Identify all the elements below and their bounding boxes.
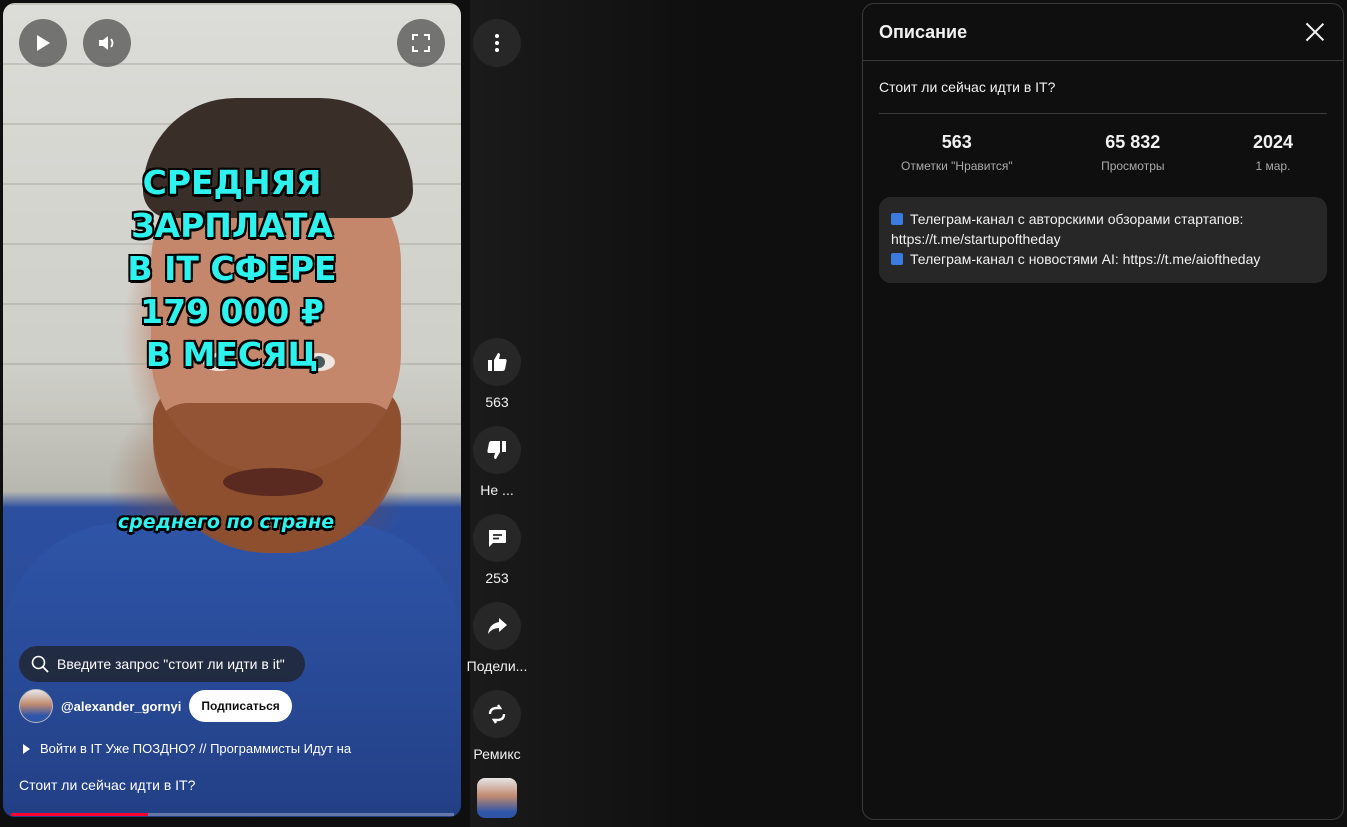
volume-icon: [99, 36, 114, 50]
stat-label: 1 мар.: [1255, 159, 1291, 173]
overlay-line: 179 000 ₽: [140, 292, 324, 331]
comments-action[interactable]: 253: [470, 514, 524, 586]
sound-thumbnail[interactable]: [477, 778, 517, 818]
description-line-text[interactable]: Телеграм-канал с новостями AI: https://t…: [910, 251, 1260, 267]
description-line: Телеграм-канал с новостями AI: https://t…: [891, 249, 1315, 269]
search-icon: [31, 655, 49, 673]
related-video-link[interactable]: Войти в IT Уже ПОЗДНО? // Программисты И…: [23, 741, 351, 756]
stat-label: Просмотры: [1101, 159, 1165, 173]
overlay-line: В МЕСЯЦ: [145, 335, 319, 374]
like-action[interactable]: 563: [470, 338, 524, 410]
search-suggestion-pill[interactable]: Введите запрос "стоит ли идти в it": [19, 646, 305, 682]
share-label: Подели...: [466, 658, 528, 674]
description-line-text[interactable]: Телеграм-канал с авторскими обзорами ста…: [891, 211, 1243, 247]
stat-value: 2024: [1252, 132, 1293, 152]
shorts-video-player[interactable]: СРЕДНЯЯ ЗАРПЛАТА В IT СФЕРЕ 179 000 ₽ В …: [3, 3, 461, 817]
description-text-box: Телеграм-канал с авторскими обзорами ста…: [879, 197, 1327, 283]
stat-value: 65 832: [1105, 132, 1161, 152]
remix-label: Ремикс: [473, 746, 521, 762]
overlay-line: СРЕДНЯЯ: [142, 163, 322, 202]
blue-square-icon: [891, 253, 903, 265]
volume-button[interactable]: [83, 19, 131, 67]
share-icon: [488, 618, 507, 634]
stats-row: 563 Отметки "Нравится" 65 832 Просмотры …: [863, 114, 1343, 173]
blue-square-icon: [891, 213, 903, 225]
related-video-title: Войти в IT Уже ПОЗДНО? // Программисты И…: [40, 741, 352, 756]
stat-value: 563: [941, 132, 972, 152]
dislike-label: Не ...: [480, 482, 514, 498]
dislike-button[interactable]: [473, 426, 521, 474]
more-actions[interactable]: [470, 19, 524, 67]
channel-row: @alexander_gornyi Подписаться: [19, 689, 292, 723]
thumb-up-icon: [488, 353, 507, 371]
description-panel: Описание Стоит ли сейчас идти в IT? 563 …: [862, 3, 1344, 820]
person-mouth: [223, 468, 323, 496]
search-suggestion-text: Введите запрос "стоит ли идти в it": [57, 656, 285, 672]
progress-fill: [11, 813, 149, 816]
stat-views: 65 832 Просмотры: [1101, 132, 1164, 173]
thumb-down-icon: [487, 441, 506, 459]
overlay-caption: среднего по стране: [117, 511, 335, 533]
channel-handle[interactable]: @alexander_gornyi: [61, 699, 181, 714]
play-button[interactable]: [19, 19, 67, 67]
overlay-line: ЗАРПЛАТА: [131, 206, 333, 245]
more-vert-icon: [495, 34, 499, 52]
subscribe-button[interactable]: Подписаться: [189, 690, 292, 722]
comment-count: 253: [485, 570, 509, 586]
share-button[interactable]: [473, 602, 521, 650]
comment-icon: [489, 530, 506, 547]
play-triangle-icon: [23, 743, 30, 754]
fullscreen-button[interactable]: [397, 19, 445, 67]
more-button[interactable]: [473, 19, 521, 67]
background: [470, 0, 860, 827]
comments-button[interactable]: [473, 514, 521, 562]
panel-title: Описание: [879, 21, 968, 42]
stat-label: Отметки "Нравится": [901, 159, 1013, 173]
like-count: 563: [485, 394, 509, 410]
panel-header: Описание: [863, 4, 1343, 61]
description-video-title: Стоит ли сейчас идти в IT?: [879, 79, 1056, 95]
remix-action[interactable]: Ремикс: [470, 690, 524, 762]
stat-date: 2024 1 мар.: [1253, 132, 1293, 173]
stat-likes: 563 Отметки "Нравится": [901, 132, 1013, 173]
fullscreen-icon: [412, 34, 430, 52]
dislike-action[interactable]: Не ...: [470, 426, 524, 498]
close-icon[interactable]: [1303, 20, 1327, 44]
description-line: Телеграм-канал с авторскими обзорами ста…: [891, 209, 1315, 249]
like-button[interactable]: [473, 338, 521, 386]
remix-button[interactable]: [473, 690, 521, 738]
overlay-headline: СРЕДНЯЯ ЗАРПЛАТА В IT СФЕРЕ 179 000 ₽ В …: [3, 161, 461, 376]
channel-avatar[interactable]: [19, 689, 53, 723]
overlay-line: В IT СФЕРЕ: [127, 249, 337, 288]
video-title: Стоит ли сейчас идти в IT?: [19, 777, 196, 793]
share-action[interactable]: Подели...: [467, 602, 527, 674]
remix-icon: [488, 704, 506, 724]
play-icon: [37, 35, 50, 51]
progress-bar[interactable]: [11, 813, 454, 816]
